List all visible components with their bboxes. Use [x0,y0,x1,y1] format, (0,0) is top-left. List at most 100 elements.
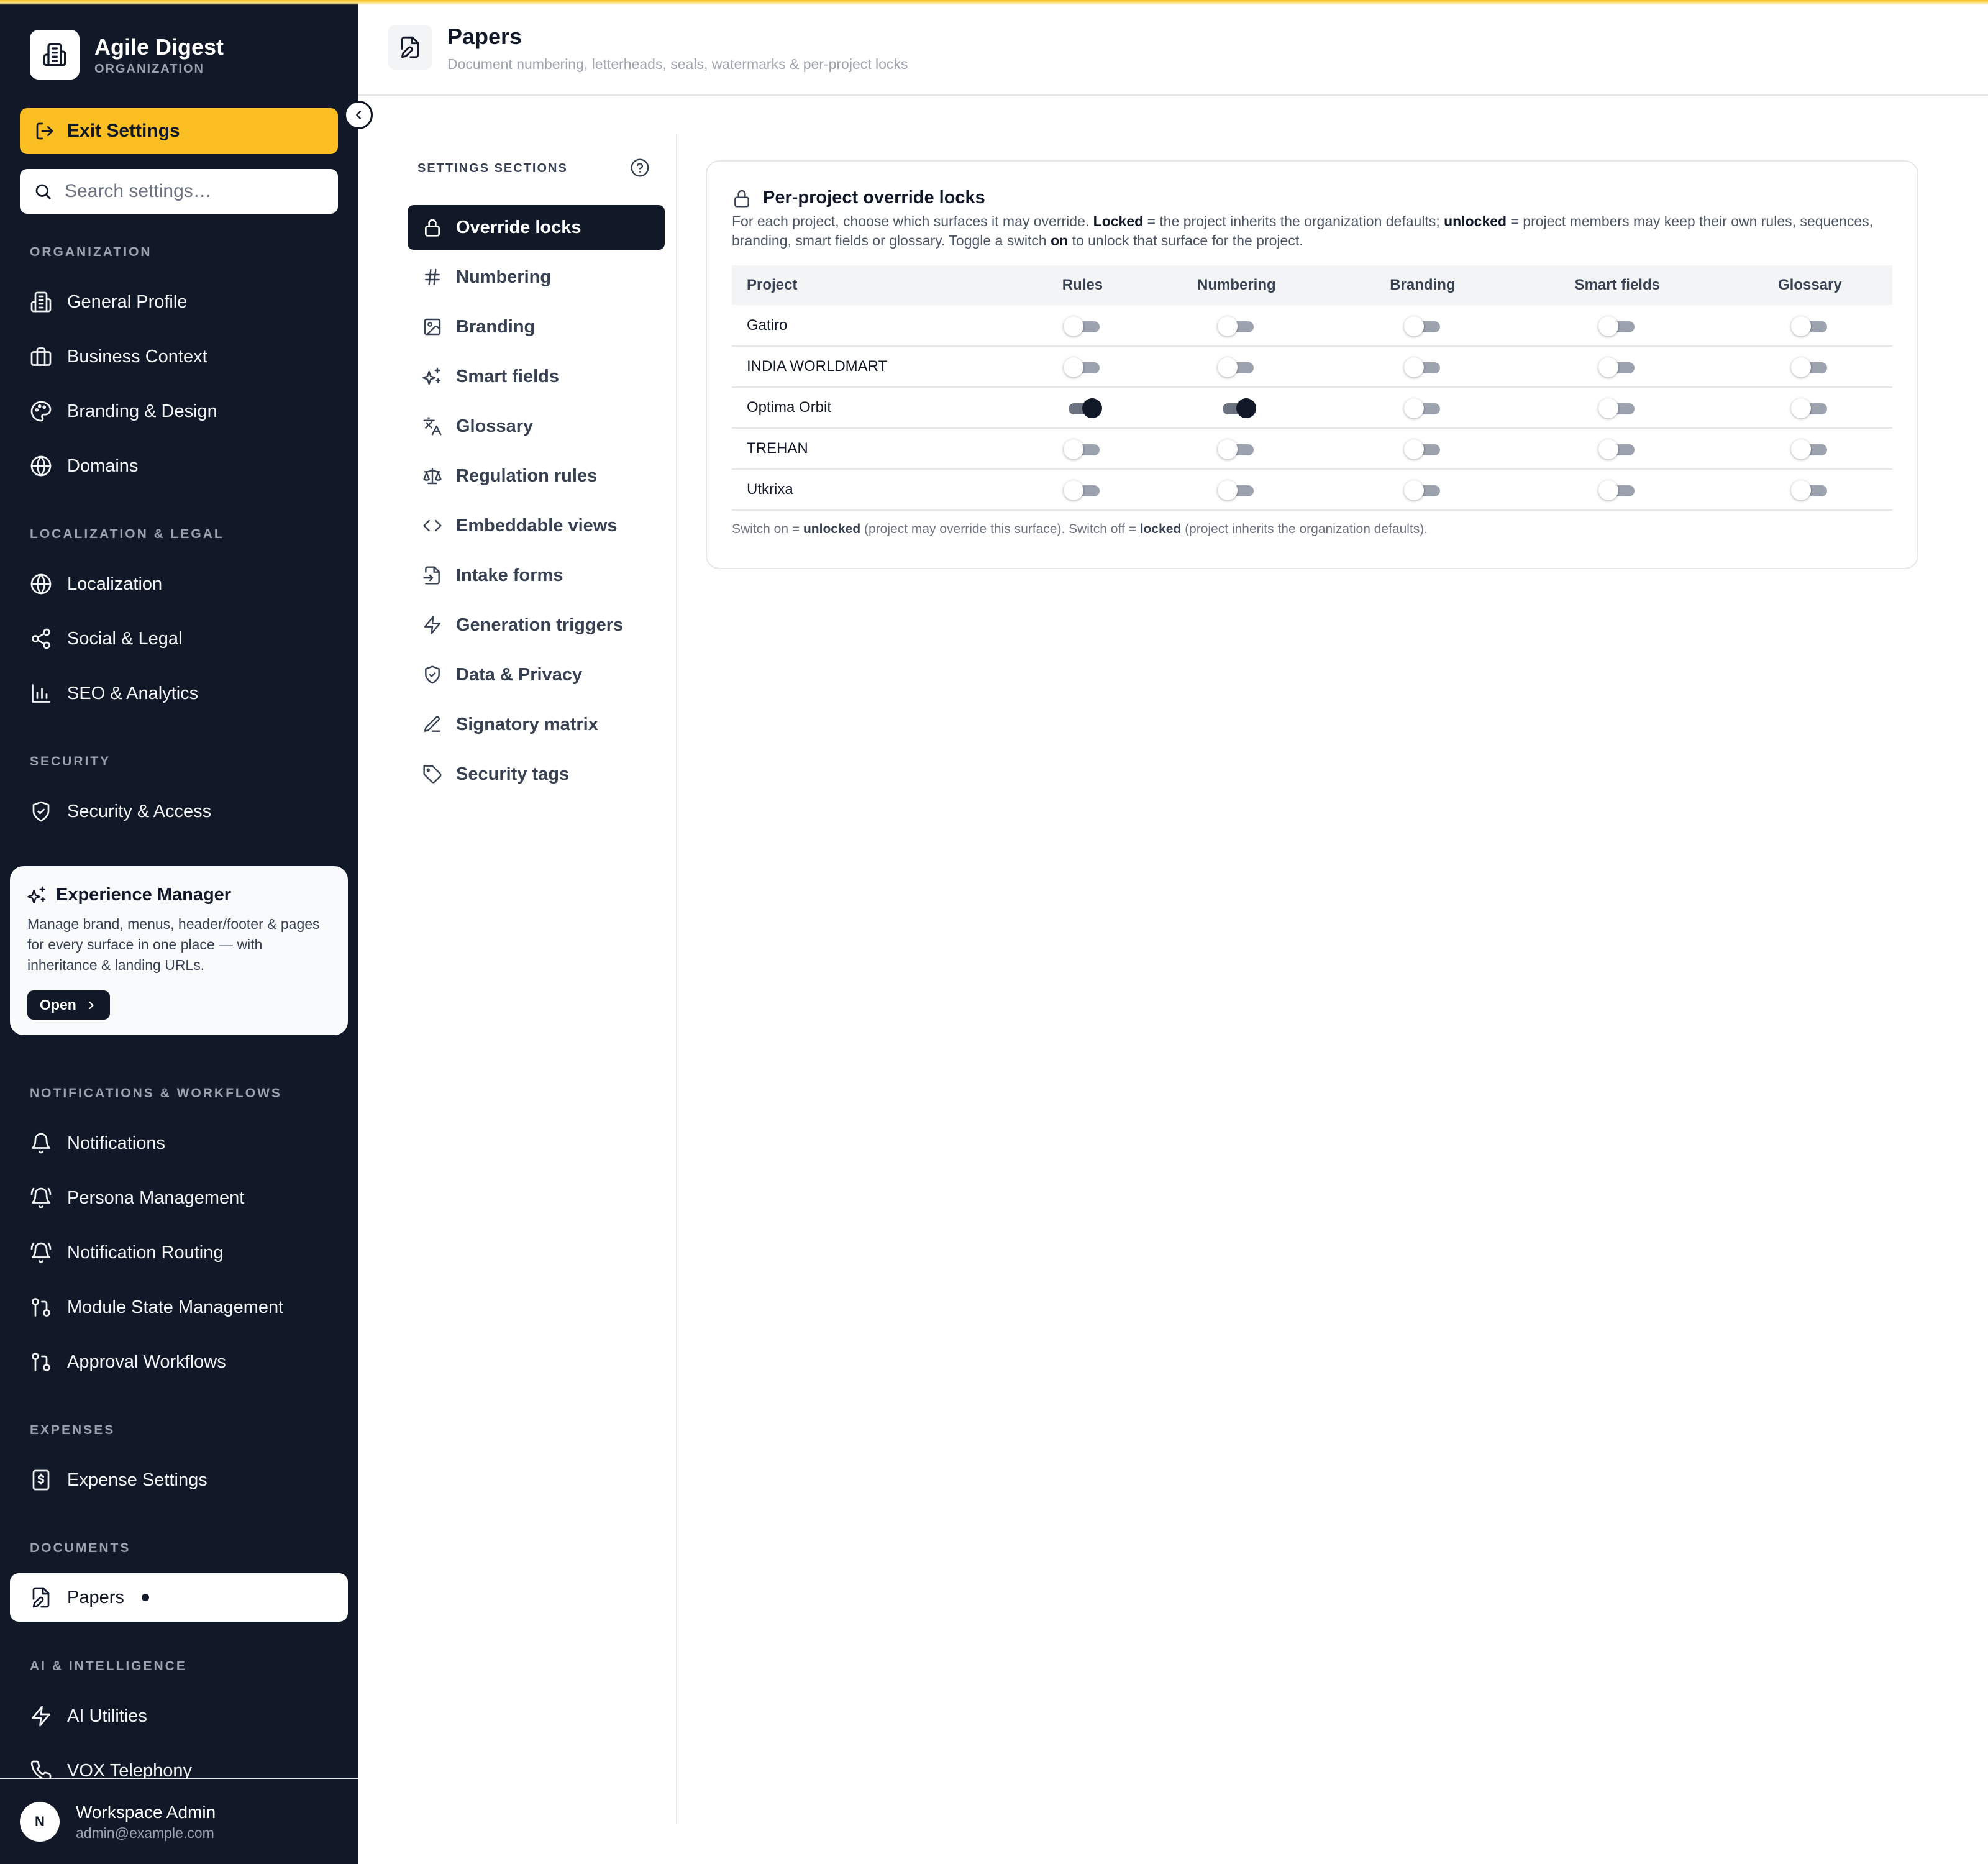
sidebar-item-module-state-management[interactable]: Module State Management [30,1289,283,1326]
toggle-knob [1064,316,1084,336]
rules-toggle[interactable] [1064,357,1101,377]
experience-manager-description: Manage brand, menus, header/footer & pag… [27,916,320,973]
section-smart-fields[interactable]: Smart fields [408,354,665,399]
column-header-smart-fields: Smart fields [1507,265,1728,305]
branding-toggle[interactable] [1403,398,1441,418]
numbering-toggle[interactable] [1218,398,1257,418]
section-branding[interactable]: Branding [408,304,665,349]
section-signatory-matrix[interactable]: Signatory matrix [408,702,665,747]
page-subtitle: Document numbering, letterheads, seals, … [447,56,908,72]
file-input-icon [423,566,440,585]
search-icon [35,184,51,199]
section-embeddable-views[interactable]: Embeddable views [408,503,665,548]
sidebar-item-expense-settings[interactable]: Expense Settings [30,1461,207,1499]
glossary-toggle[interactable] [1791,439,1828,459]
section-label: Security tags [456,764,570,784]
section-data-privacy[interactable]: Data & Privacy [408,652,665,697]
section-regulation-rules[interactable]: Regulation rules [408,454,665,498]
experience-manager-open-button[interactable]: Open [27,990,110,1020]
exit-settings-button[interactable]: Exit Settings [20,108,338,154]
sidebar-item-localization[interactable]: Localization [30,565,162,603]
sidebar-item-social-legal[interactable]: Social & Legal [30,620,182,657]
zap-icon [32,1706,50,1727]
section-override-locks[interactable]: Override locks [408,205,665,250]
glossary-toggle[interactable] [1791,398,1828,418]
toggle-knob [1598,316,1619,336]
toggle-cell-glossary [1727,469,1892,511]
help-circle-icon[interactable] [630,158,650,178]
toggle-knob [1791,398,1812,418]
bell-ring-icon [30,1187,52,1208]
sidebar-item-notifications[interactable]: Notifications [30,1125,165,1162]
sidebar-item-domains[interactable]: Domains [30,447,138,485]
section-label-expenses: EXPENSES [30,1423,116,1437]
toggle-knob [1218,480,1238,500]
section-intake-forms[interactable]: Intake forms [408,553,665,598]
user-profile[interactable]: N Workspace Admin admin@example.com [0,1778,358,1864]
sidebar-item-notification-routing[interactable]: Notification Routing [30,1234,223,1271]
branding-toggle[interactable] [1403,480,1441,500]
toggle-knob [1598,480,1619,500]
sidebar-item-approval-workflows[interactable]: Approval Workflows [30,1343,226,1381]
toggle-cell-branding [1338,428,1507,470]
smart-fields-toggle[interactable] [1598,480,1636,500]
search-input[interactable]: Search settings… [20,169,338,214]
table-row: Optima Orbit [732,387,1892,429]
sidebar-item-security-access[interactable]: Security & Access [30,793,211,830]
section-label: Intake forms [456,565,563,585]
sidebar-item-business-context[interactable]: Business Context [30,338,207,375]
branding-toggle[interactable] [1403,439,1441,459]
languages-icon [423,417,442,436]
section-label: Override locks [456,217,581,237]
receipt-icon [32,1469,50,1491]
briefcase-icon [30,347,52,366]
rules-toggle[interactable] [1064,439,1101,459]
sidebar-item-seo-analytics[interactable]: SEO & Analytics [30,675,198,712]
numbering-toggle[interactable] [1218,439,1255,459]
toggle-knob [1403,316,1424,336]
project-name-cell: Utkrixa [732,469,1030,511]
glossary-toggle[interactable] [1791,316,1828,336]
rules-toggle[interactable] [1064,316,1101,336]
section-glossary[interactable]: Glossary [408,404,665,449]
numbering-toggle[interactable] [1218,480,1255,500]
collapse-sidebar-button[interactable] [344,101,373,129]
sidebar-item-branding-design[interactable]: Branding & Design [30,393,217,430]
settings-sections-nav: SETTINGS SECTIONS Override locks Numberi… [398,134,677,1824]
sidebar-item-persona-management[interactable]: Persona Management [30,1179,244,1217]
glossary-toggle[interactable] [1791,480,1828,500]
sidebar-item-papers[interactable]: Papers [10,1573,348,1622]
zap-icon [424,616,441,634]
smart-fields-toggle[interactable] [1598,316,1636,336]
toggle-cell-numbering [1134,346,1338,388]
project-name-cell: INDIA WORLDMART [732,346,1030,388]
numbering-toggle[interactable] [1218,316,1255,336]
toggle-cell-branding [1338,305,1507,347]
section-generation-triggers[interactable]: Generation triggers [408,603,665,647]
branding-toggle[interactable] [1403,316,1441,336]
glossary-toggle[interactable] [1791,357,1828,377]
smart-fields-toggle[interactable] [1598,398,1636,418]
sparkles-icon [27,885,46,903]
scale-icon [423,467,442,485]
sidebar-item-general-profile[interactable]: General Profile [30,283,187,321]
smart-fields-toggle[interactable] [1598,439,1636,459]
numbering-toggle[interactable] [1218,357,1255,377]
smart-fields-toggle[interactable] [1598,357,1636,377]
sidebar-item-ai-utilities[interactable]: AI Utilities [30,1697,147,1735]
rules-toggle[interactable] [1064,480,1101,500]
section-label: Signatory matrix [456,714,598,734]
toggle-cell-rules [1030,387,1135,429]
experience-manager-card: Experience Manager Manage brand, menus, … [10,866,348,1035]
toggle-knob [1403,480,1424,500]
section-label: Branding [456,316,536,337]
section-label-documents: DOCUMENTS [30,1541,131,1555]
branding-toggle[interactable] [1403,357,1441,377]
toggle-cell-numbering [1134,305,1338,347]
rules-toggle[interactable] [1064,398,1103,418]
section-numbering[interactable]: Numbering [408,255,665,299]
exit-settings-label: Exit Settings [67,121,180,141]
toggle-knob [1064,439,1084,459]
section-security-tags[interactable]: Security tags [408,752,665,797]
section-label-organization: ORGANIZATION [30,245,152,259]
